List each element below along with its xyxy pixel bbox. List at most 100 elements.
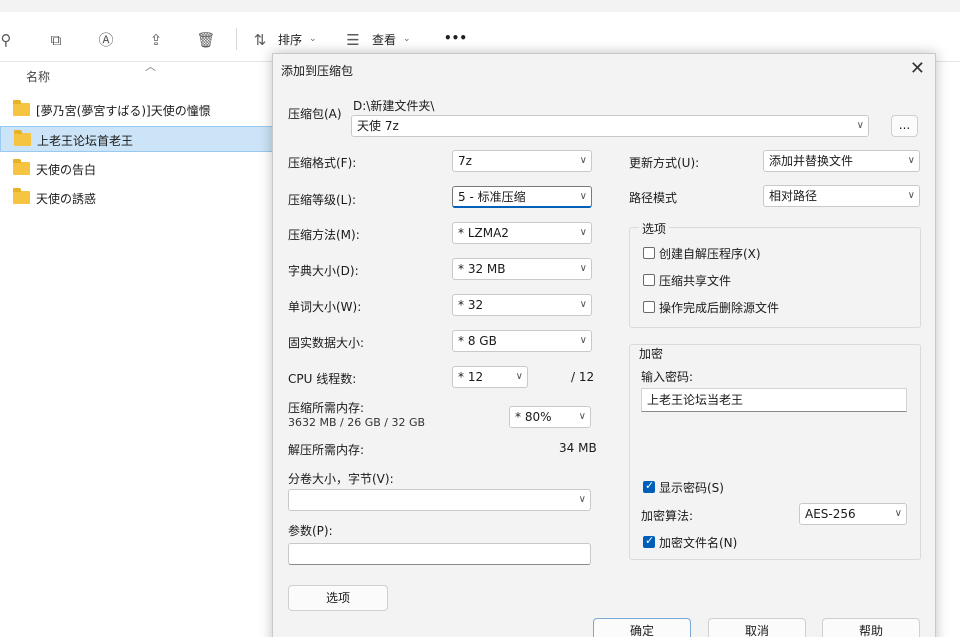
split-combobox[interactable]: ∨: [288, 489, 591, 511]
chevron-down-icon: ∨: [515, 371, 523, 382]
chevron-down-icon: ∨: [579, 335, 587, 346]
view-button[interactable]: 查看: [372, 31, 396, 48]
dialog-title: 添加到压缩包: [281, 64, 354, 78]
archive-name-combobox[interactable]: 天使 7z ∨: [351, 115, 869, 137]
file-name: [夢乃宮(夢宮すばる)]天使の憧憬: [36, 104, 211, 118]
params-input[interactable]: [288, 543, 591, 565]
more-options-button[interactable]: •••: [444, 31, 467, 45]
shared-label: 压缩共享文件: [659, 274, 732, 288]
folder-icon: [13, 100, 30, 116]
encrypt-method-label: 加密算法:: [641, 509, 694, 523]
encrypt-group-title: 加密: [639, 347, 664, 361]
mem-pct-select[interactable]: * 80% ∨: [509, 406, 591, 428]
file-name: 天使の告白: [36, 163, 97, 177]
word-select[interactable]: * 32 ∨: [452, 294, 592, 316]
archive-label: 压缩包(A): [288, 107, 342, 121]
method-select[interactable]: * LZMA2 ∨: [452, 222, 592, 244]
update-value: 添加并替换文件: [769, 154, 854, 168]
cpu-total: / 12: [571, 370, 595, 384]
params-label: 参数(P):: [288, 524, 333, 538]
path-value: 相对路径: [769, 189, 818, 203]
browse-button[interactable]: ...: [891, 115, 918, 137]
mem-pct-value: * 80%: [515, 410, 552, 424]
path-select[interactable]: 相对路径 ∨: [763, 185, 920, 207]
dict-select[interactable]: * 32 MB ∨: [452, 258, 592, 280]
file-row[interactable]: [夢乃宮(夢宮すばる)]天使の憧憬: [0, 97, 276, 123]
view-icon[interactable]: ☰: [343, 30, 363, 50]
chevron-down-icon: ⌄: [309, 34, 317, 44]
options-button[interactable]: 选项: [288, 585, 388, 611]
show-password-label: 显示密码(S): [659, 481, 724, 495]
password-label: 输入密码:: [641, 370, 694, 384]
column-header-name[interactable]: 名称: [26, 68, 50, 85]
file-name: 天使の誘惑: [36, 192, 97, 206]
word-label: 单词大小(W):: [288, 300, 362, 314]
share-icon[interactable]: ⇪: [146, 30, 166, 50]
solid-value: * 8 GB: [458, 334, 497, 348]
chevron-down-icon: ∨: [907, 190, 915, 201]
chevron-down-icon: ⌄: [403, 34, 411, 44]
chevron-down-icon: ∨: [894, 508, 902, 519]
file-row[interactable]: 天使の誘惑: [0, 185, 276, 211]
shared-checkbox[interactable]: [643, 274, 655, 286]
encrypt-names-label: 加密文件名(N): [659, 536, 738, 550]
format-label: 压缩格式(F):: [288, 156, 357, 170]
sort-ascending-icon: ︿: [145, 60, 156, 73]
dict-value: * 32 MB: [458, 262, 506, 276]
method-label: 压缩方法(M):: [288, 228, 360, 242]
level-value: 5 - 标准压缩: [458, 190, 526, 204]
close-icon[interactable]: ✕: [910, 58, 925, 80]
file-row[interactable]: 上老王论坛首老王: [0, 126, 276, 152]
chevron-down-icon: ∨: [578, 411, 586, 422]
cancel-button[interactable]: 取消: [708, 618, 806, 637]
chevron-down-icon: ∨: [579, 263, 587, 274]
level-select[interactable]: 5 - 标准压缩 ∨: [452, 186, 592, 208]
search-icon[interactable]: ⚲: [0, 30, 16, 50]
mem-decomp-value: 34 MB: [559, 441, 597, 455]
copy-icon[interactable]: ⧉: [46, 30, 66, 50]
mem-comp-label: 压缩所需内存:: [288, 401, 365, 415]
add-to-archive-dialog: 添加到压缩包 ✕ 压缩包(A) D:\新建文件夹\ 天使 7z ∨ ... 压缩…: [272, 53, 936, 637]
format-select[interactable]: 7z ∨: [452, 150, 592, 172]
cpu-label: CPU 线程数:: [288, 372, 357, 386]
mem-comp-detail: 3632 MB / 26 GB / 32 GB: [288, 416, 426, 429]
encrypt-names-checkbox[interactable]: [643, 534, 655, 548]
password-input[interactable]: 上老王论坛当老王: [641, 388, 907, 412]
sfx-checkbox[interactable]: [643, 247, 655, 259]
chevron-down-icon: ∨: [578, 494, 586, 505]
rename-icon[interactable]: Ⓐ: [96, 30, 116, 50]
options-group-title: 选项: [639, 220, 670, 237]
cpu-select[interactable]: * 12 ∨: [452, 366, 528, 388]
folder-icon: [13, 159, 30, 175]
split-label: 分卷大小，字节(V):: [288, 472, 394, 486]
format-value: 7z: [458, 154, 472, 168]
update-select[interactable]: 添加并替换文件 ∨: [763, 150, 920, 172]
sfx-label: 创建自解压程序(X): [659, 247, 761, 261]
archive-name-value: 天使 7z: [357, 119, 399, 133]
delete-icon[interactable]: 🗑: [196, 30, 216, 50]
folder-icon: [13, 188, 30, 204]
encrypt-method-select[interactable]: AES-256 ∨: [799, 503, 907, 525]
sort-icon[interactable]: ⇅: [250, 30, 270, 50]
chevron-down-icon: ∨: [856, 120, 864, 131]
word-value: * 32: [458, 298, 484, 312]
solid-label: 固实数据大小:: [288, 336, 365, 350]
cpu-value: * 12: [458, 370, 484, 384]
chevron-down-icon: ∨: [579, 299, 587, 310]
show-password-checkbox[interactable]: [643, 479, 655, 493]
ok-button[interactable]: 确定: [593, 618, 691, 637]
chevron-down-icon: ∨: [579, 155, 587, 166]
toolbar-separator: [236, 28, 237, 50]
solid-select[interactable]: * 8 GB ∨: [452, 330, 592, 352]
chevron-down-icon: ∨: [579, 227, 587, 238]
delete-after-checkbox[interactable]: [643, 301, 655, 313]
encrypt-method-value: AES-256: [805, 507, 856, 521]
update-label: 更新方式(U):: [629, 156, 700, 170]
delete-after-label: 操作完成后删除源文件: [659, 301, 780, 315]
help-button[interactable]: 帮助: [822, 618, 920, 637]
sort-button[interactable]: 排序: [278, 31, 302, 48]
file-row[interactable]: 天使の告白: [0, 156, 276, 182]
chevron-down-icon: ∨: [907, 155, 915, 166]
file-name: 上老王论坛首老王: [37, 134, 134, 148]
archive-path: D:\新建文件夹\: [353, 99, 435, 113]
